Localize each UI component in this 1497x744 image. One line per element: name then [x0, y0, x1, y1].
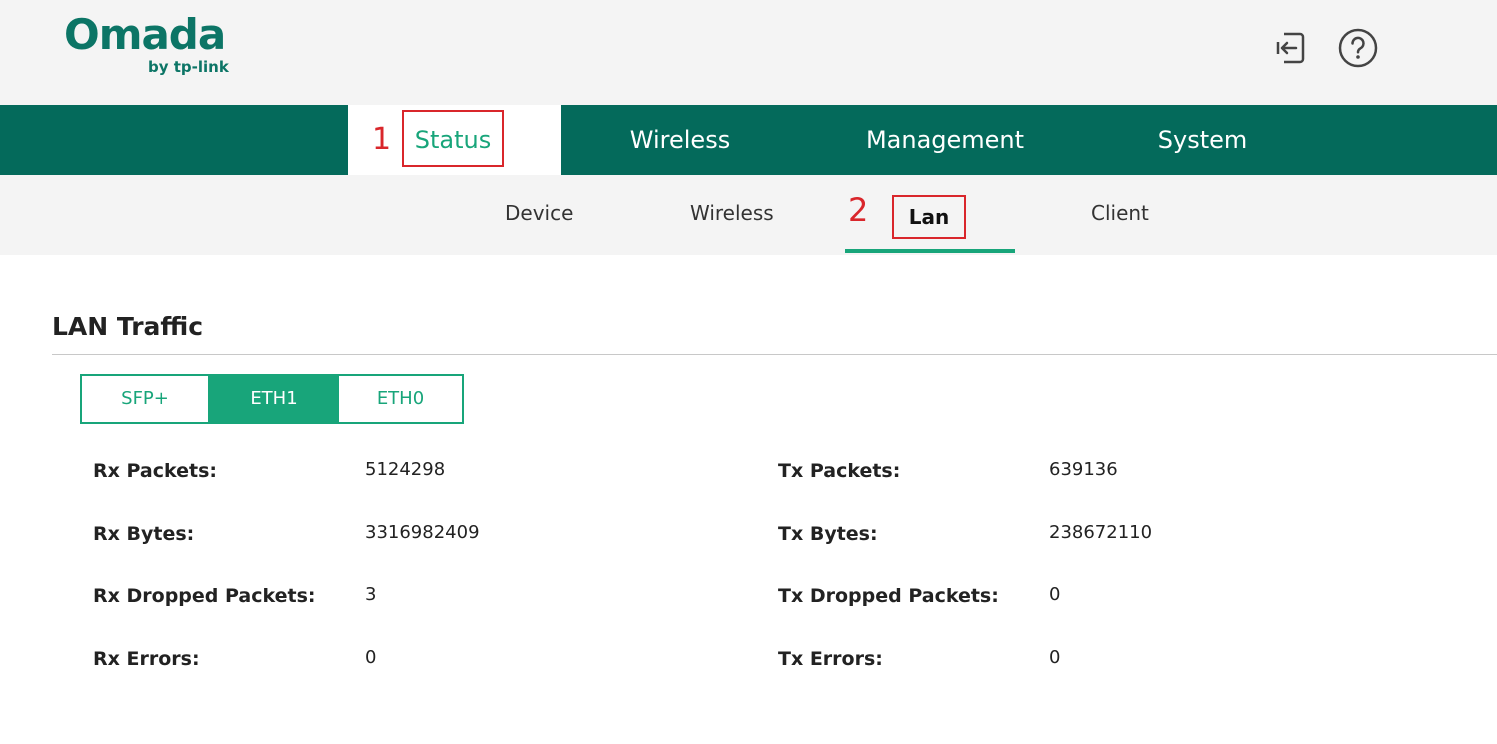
tx-packets-value: 639136 — [1049, 459, 1118, 480]
active-subtab-indicator — [845, 249, 1015, 253]
sub-nav: Device Wireless 2 Lan Client — [0, 175, 1497, 255]
rx-packets-label: Rx Packets: — [93, 460, 218, 482]
port-tab-eth1[interactable]: ETH1 — [209, 376, 339, 422]
rx-errors-value: 0 — [365, 647, 377, 668]
help-icon[interactable] — [1338, 28, 1378, 68]
tx-bytes-label: Tx Bytes: — [778, 523, 878, 545]
port-tab-eth0[interactable]: ETH0 — [339, 376, 462, 422]
main-nav: 1 Status Wireless Management System — [0, 105, 1497, 175]
logo-subtext: by tp-link — [148, 58, 229, 76]
section-title: LAN Traffic — [52, 312, 204, 341]
tx-dropped-value: 0 — [1049, 584, 1061, 605]
rx-bytes-label: Rx Bytes: — [93, 523, 195, 545]
tx-dropped-label: Tx Dropped Packets: — [778, 585, 999, 607]
port-tab-sfp[interactable]: SFP+ — [82, 376, 209, 422]
subtab-wireless[interactable]: Wireless — [690, 201, 774, 225]
header: Omada by tp-link — [0, 0, 1497, 105]
rx-packets-value: 5124298 — [365, 459, 446, 480]
tx-errors-value: 0 — [1049, 647, 1061, 668]
tx-packets-label: Tx Packets: — [778, 460, 901, 482]
tab-management[interactable]: Management — [840, 105, 1050, 175]
rx-dropped-value: 3 — [365, 584, 377, 605]
section-divider — [52, 354, 1497, 355]
omada-logo[interactable]: Omada by tp-link — [64, 10, 239, 80]
subtab-lan-label: Lan — [908, 205, 950, 229]
rx-dropped-label: Rx Dropped Packets: — [93, 585, 316, 607]
port-tabs: SFP+ ETH1 ETH0 — [80, 374, 464, 424]
tx-errors-label: Tx Errors: — [778, 648, 883, 670]
tab-status-label: Status — [402, 110, 504, 167]
logout-icon[interactable] — [1270, 28, 1310, 68]
tab-system[interactable]: System — [1130, 105, 1275, 175]
callout-2: 2 — [848, 191, 869, 229]
tab-status[interactable]: 1 Status — [348, 105, 561, 175]
rx-bytes-value: 3316982409 — [365, 522, 480, 543]
subtab-device[interactable]: Device — [505, 201, 573, 225]
tx-bytes-value: 238672110 — [1049, 522, 1153, 543]
rx-errors-label: Rx Errors: — [93, 648, 200, 670]
callout-1: 1 — [372, 122, 392, 157]
logo-text: Omada — [64, 10, 226, 59]
subtab-client[interactable]: Client — [1091, 201, 1149, 225]
subtab-lan[interactable]: Lan — [892, 195, 966, 239]
tab-wireless[interactable]: Wireless — [600, 105, 760, 175]
